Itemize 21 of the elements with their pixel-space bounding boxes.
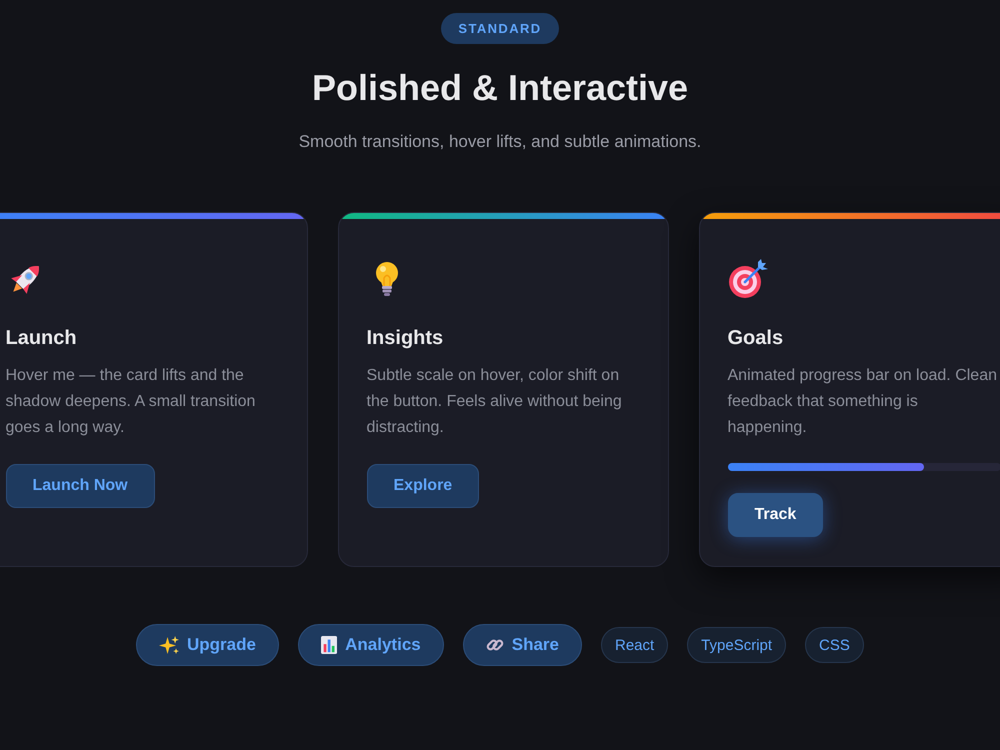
card-title: Insights <box>366 326 444 351</box>
tag-chip: CSS <box>805 627 864 663</box>
card-button[interactable]: Explore <box>366 464 480 508</box>
action-button[interactable]: Upgrade <box>136 624 279 666</box>
action-button[interactable]: Share <box>462 624 582 666</box>
card-button[interactable]: Launch Now <box>6 464 155 508</box>
page-title: Polished & Interactive <box>312 66 688 110</box>
action-button[interactable]: Analytics <box>298 624 444 666</box>
card-button[interactable]: Track <box>728 493 824 537</box>
card-title: Goals <box>728 326 784 351</box>
tag-chip: TypeScript <box>687 627 786 663</box>
card-description: Animated progress bar on load. Clean feedback that something is happening. <box>728 366 998 438</box>
page-subtitle: Smooth transitions, hover lifts, and subtle animations. <box>298 131 702 153</box>
target-icon <box>728 259 768 299</box>
card-description: Hover me — the card lifts and the shadow deepens. A small transition goes a long way. <box>6 366 256 438</box>
bar-chart-icon <box>320 636 338 654</box>
card-title: Launch <box>6 326 77 351</box>
tag-chip: React <box>600 627 668 663</box>
category-badge: STANDARD <box>441 13 559 44</box>
card-description: Subtle scale on hover, color shift on the button. Feels alive without being distracting. <box>366 366 623 438</box>
sparkles-icon <box>159 636 179 654</box>
